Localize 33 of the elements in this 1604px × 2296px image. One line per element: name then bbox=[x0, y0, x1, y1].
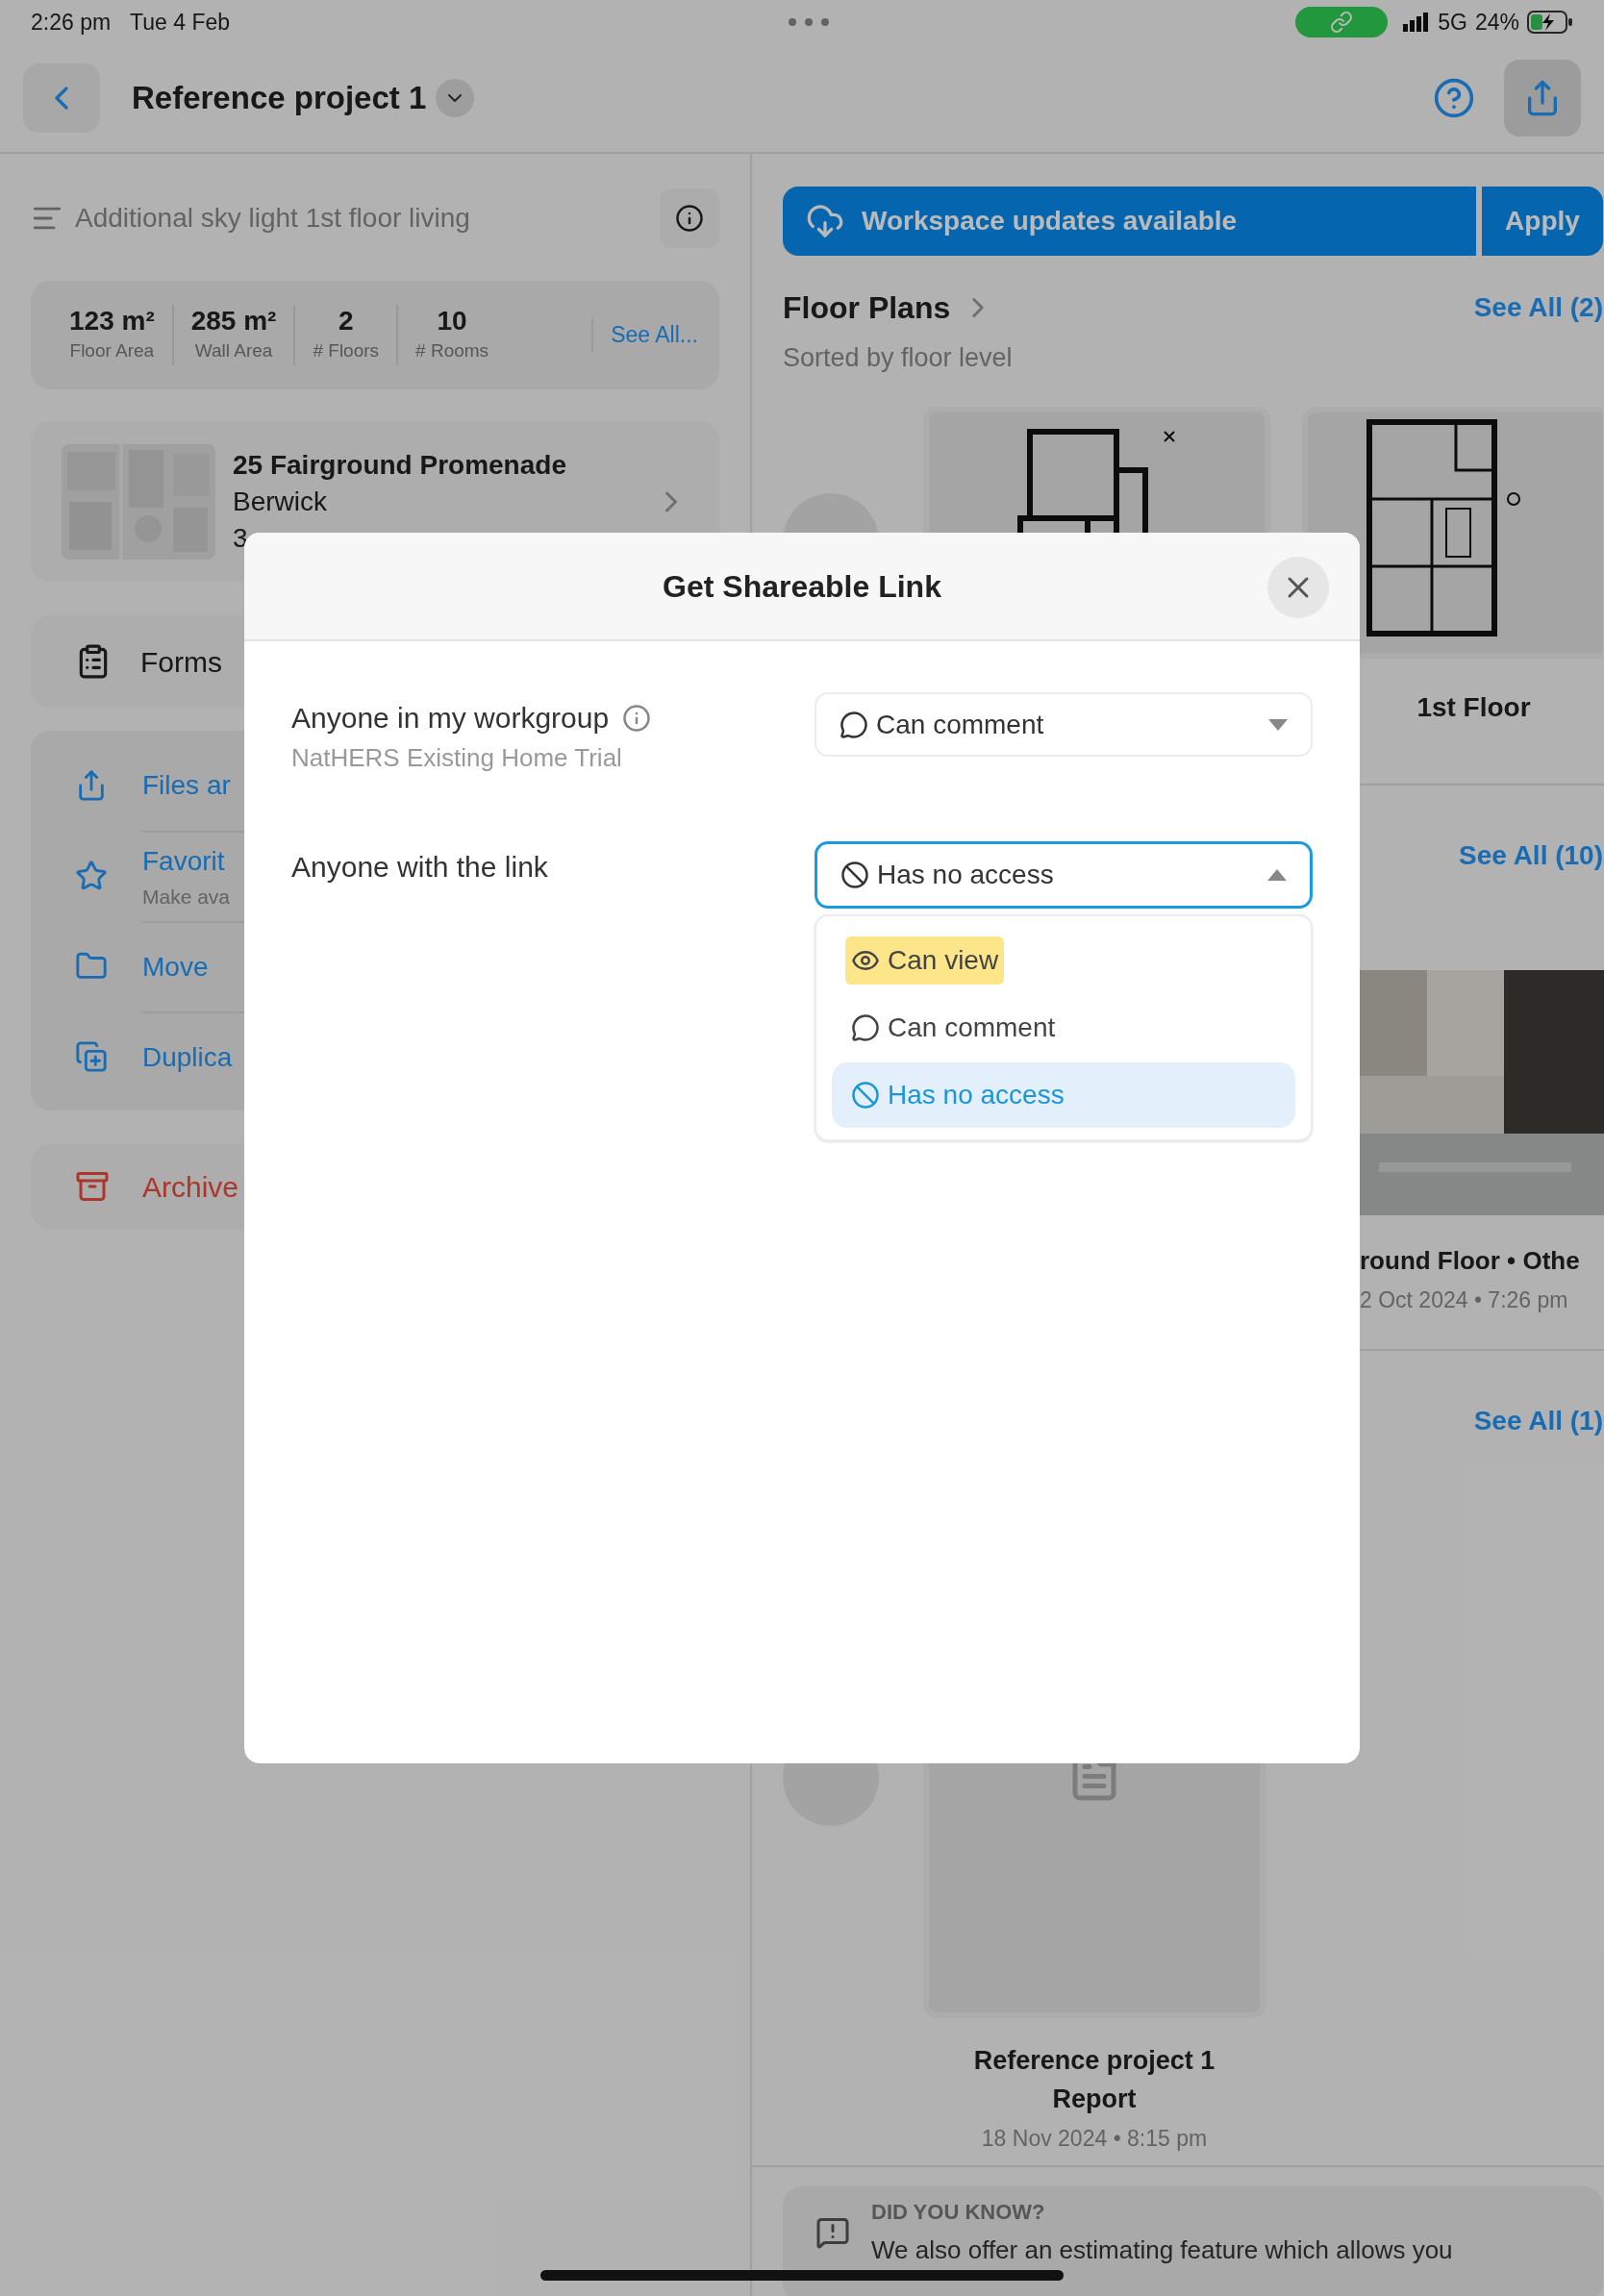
project-title: Reference project 1 bbox=[132, 79, 427, 118]
forms-label: Forms bbox=[140, 644, 222, 680]
stat-label: Wall Area bbox=[194, 339, 273, 363]
access-label: Anyone in my workgroup bbox=[291, 701, 610, 736]
stat-value: 285 m² bbox=[190, 305, 277, 338]
project-description: Additional sky light 1st floor living bbox=[75, 202, 470, 235]
photo-date: 2 Oct 2024 • 7:26 pm bbox=[1360, 1286, 1569, 1314]
access-label: Anyone with the link bbox=[291, 850, 548, 885]
section-title: Floor Plans bbox=[783, 289, 951, 327]
action-subtitle: Make ava bbox=[142, 884, 232, 910]
network-label: 5G bbox=[1438, 8, 1467, 37]
section-subtitle: Sorted by floor level bbox=[783, 342, 1014, 374]
access-sublabel: NatHERS Existing Home Trial bbox=[291, 742, 623, 774]
stat-value: 2 bbox=[338, 305, 354, 338]
banner-text: Workspace updates available bbox=[862, 205, 1238, 237]
report-date: 18 Nov 2024 • 8:15 pm bbox=[981, 2125, 1208, 2153]
report-title: Reference project 1 Report bbox=[972, 2045, 1216, 2115]
photo-caption: round Floor • Othe bbox=[1360, 1245, 1581, 1277]
address-street: 25 Fairground Promenade bbox=[233, 448, 566, 482]
stat-label: # Floors bbox=[313, 339, 380, 363]
address-suburb: Berwick bbox=[233, 485, 328, 518]
address-postcode: 3 bbox=[233, 521, 249, 555]
tip-heading: DID YOU KNOW? bbox=[871, 2199, 1046, 2226]
status-time: 2:26 pm bbox=[31, 8, 112, 37]
floor-plan-title: 1st Floor bbox=[1416, 690, 1531, 724]
stat-value: 10 bbox=[437, 305, 467, 338]
stat-label: Floor Area bbox=[69, 339, 155, 363]
stat-label: # Rooms bbox=[415, 339, 489, 363]
archive-label: Archive bbox=[142, 1169, 239, 1205]
stat-value: 123 m² bbox=[69, 305, 155, 338]
tip-text: We also offer an estimating feature which allows you bbox=[871, 2234, 1453, 2266]
battery-percent: 24% bbox=[1474, 8, 1519, 37]
status-date: Tue 4 Feb bbox=[130, 8, 231, 37]
